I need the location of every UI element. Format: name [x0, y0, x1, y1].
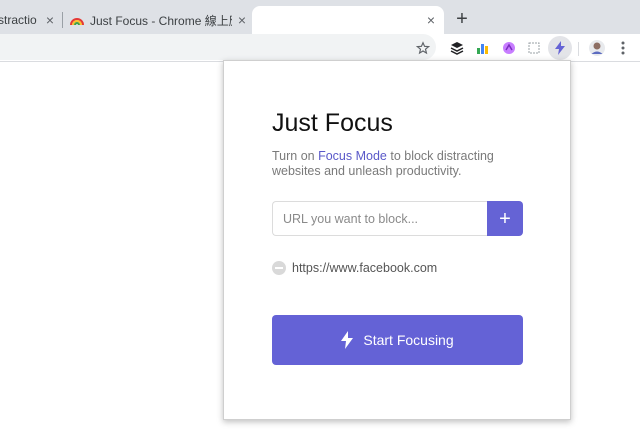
- close-icon[interactable]: ×: [234, 12, 250, 28]
- tab-distraction[interactable]: stractio ×: [0, 6, 54, 34]
- tab-just-focus[interactable]: Just Focus - Chrome 線上應用 ×: [70, 6, 248, 34]
- toolbar-divider: [578, 42, 579, 56]
- remove-icon[interactable]: [272, 261, 286, 275]
- url-input[interactable]: [272, 201, 488, 236]
- new-tab-button[interactable]: +: [452, 9, 472, 30]
- add-url-button[interactable]: +: [487, 201, 523, 236]
- tab-title: Just Focus - Chrome 線上應用: [90, 13, 232, 28]
- plus-icon: +: [499, 207, 511, 230]
- tab-divider: [62, 12, 63, 28]
- blocked-site-item: https://www.facebook.com: [272, 260, 437, 276]
- close-icon[interactable]: ×: [423, 12, 439, 28]
- crop-extension-icon[interactable]: [525, 39, 543, 57]
- purple-extension-icon[interactable]: [500, 39, 518, 57]
- lightning-icon: [341, 331, 354, 349]
- kebab-menu-icon[interactable]: [614, 39, 632, 57]
- extension-popup: Just Focus Turn on Focus Mode to block d…: [223, 60, 571, 420]
- tab-active[interactable]: ×: [252, 6, 444, 36]
- lightning-extension-icon[interactable]: [548, 36, 572, 60]
- star-icon[interactable]: [414, 39, 432, 57]
- popup-description: Turn on Focus Mode to block distracting …: [272, 149, 532, 179]
- popup-title: Just Focus: [272, 109, 393, 137]
- profile-avatar[interactable]: [588, 39, 606, 57]
- tab-strip: stractio × Just Focus - Chrome 線上應用 × × …: [0, 0, 640, 36]
- start-focusing-button[interactable]: Start Focusing: [272, 315, 523, 365]
- blocked-site-url: https://www.facebook.com: [292, 261, 438, 275]
- address-bar[interactable]: [0, 34, 436, 60]
- focus-mode-link[interactable]: Focus Mode: [318, 149, 387, 163]
- chart-extension-icon[interactable]: [474, 39, 492, 57]
- rainbow-favicon-icon: [70, 13, 84, 27]
- description-text: Turn on: [272, 149, 319, 163]
- layers-extension-icon[interactable]: [448, 39, 466, 57]
- start-focusing-label: Start Focusing: [363, 332, 454, 348]
- toolbar: [0, 34, 640, 62]
- close-icon[interactable]: ×: [42, 12, 58, 28]
- tab-title: stractio: [0, 13, 37, 27]
